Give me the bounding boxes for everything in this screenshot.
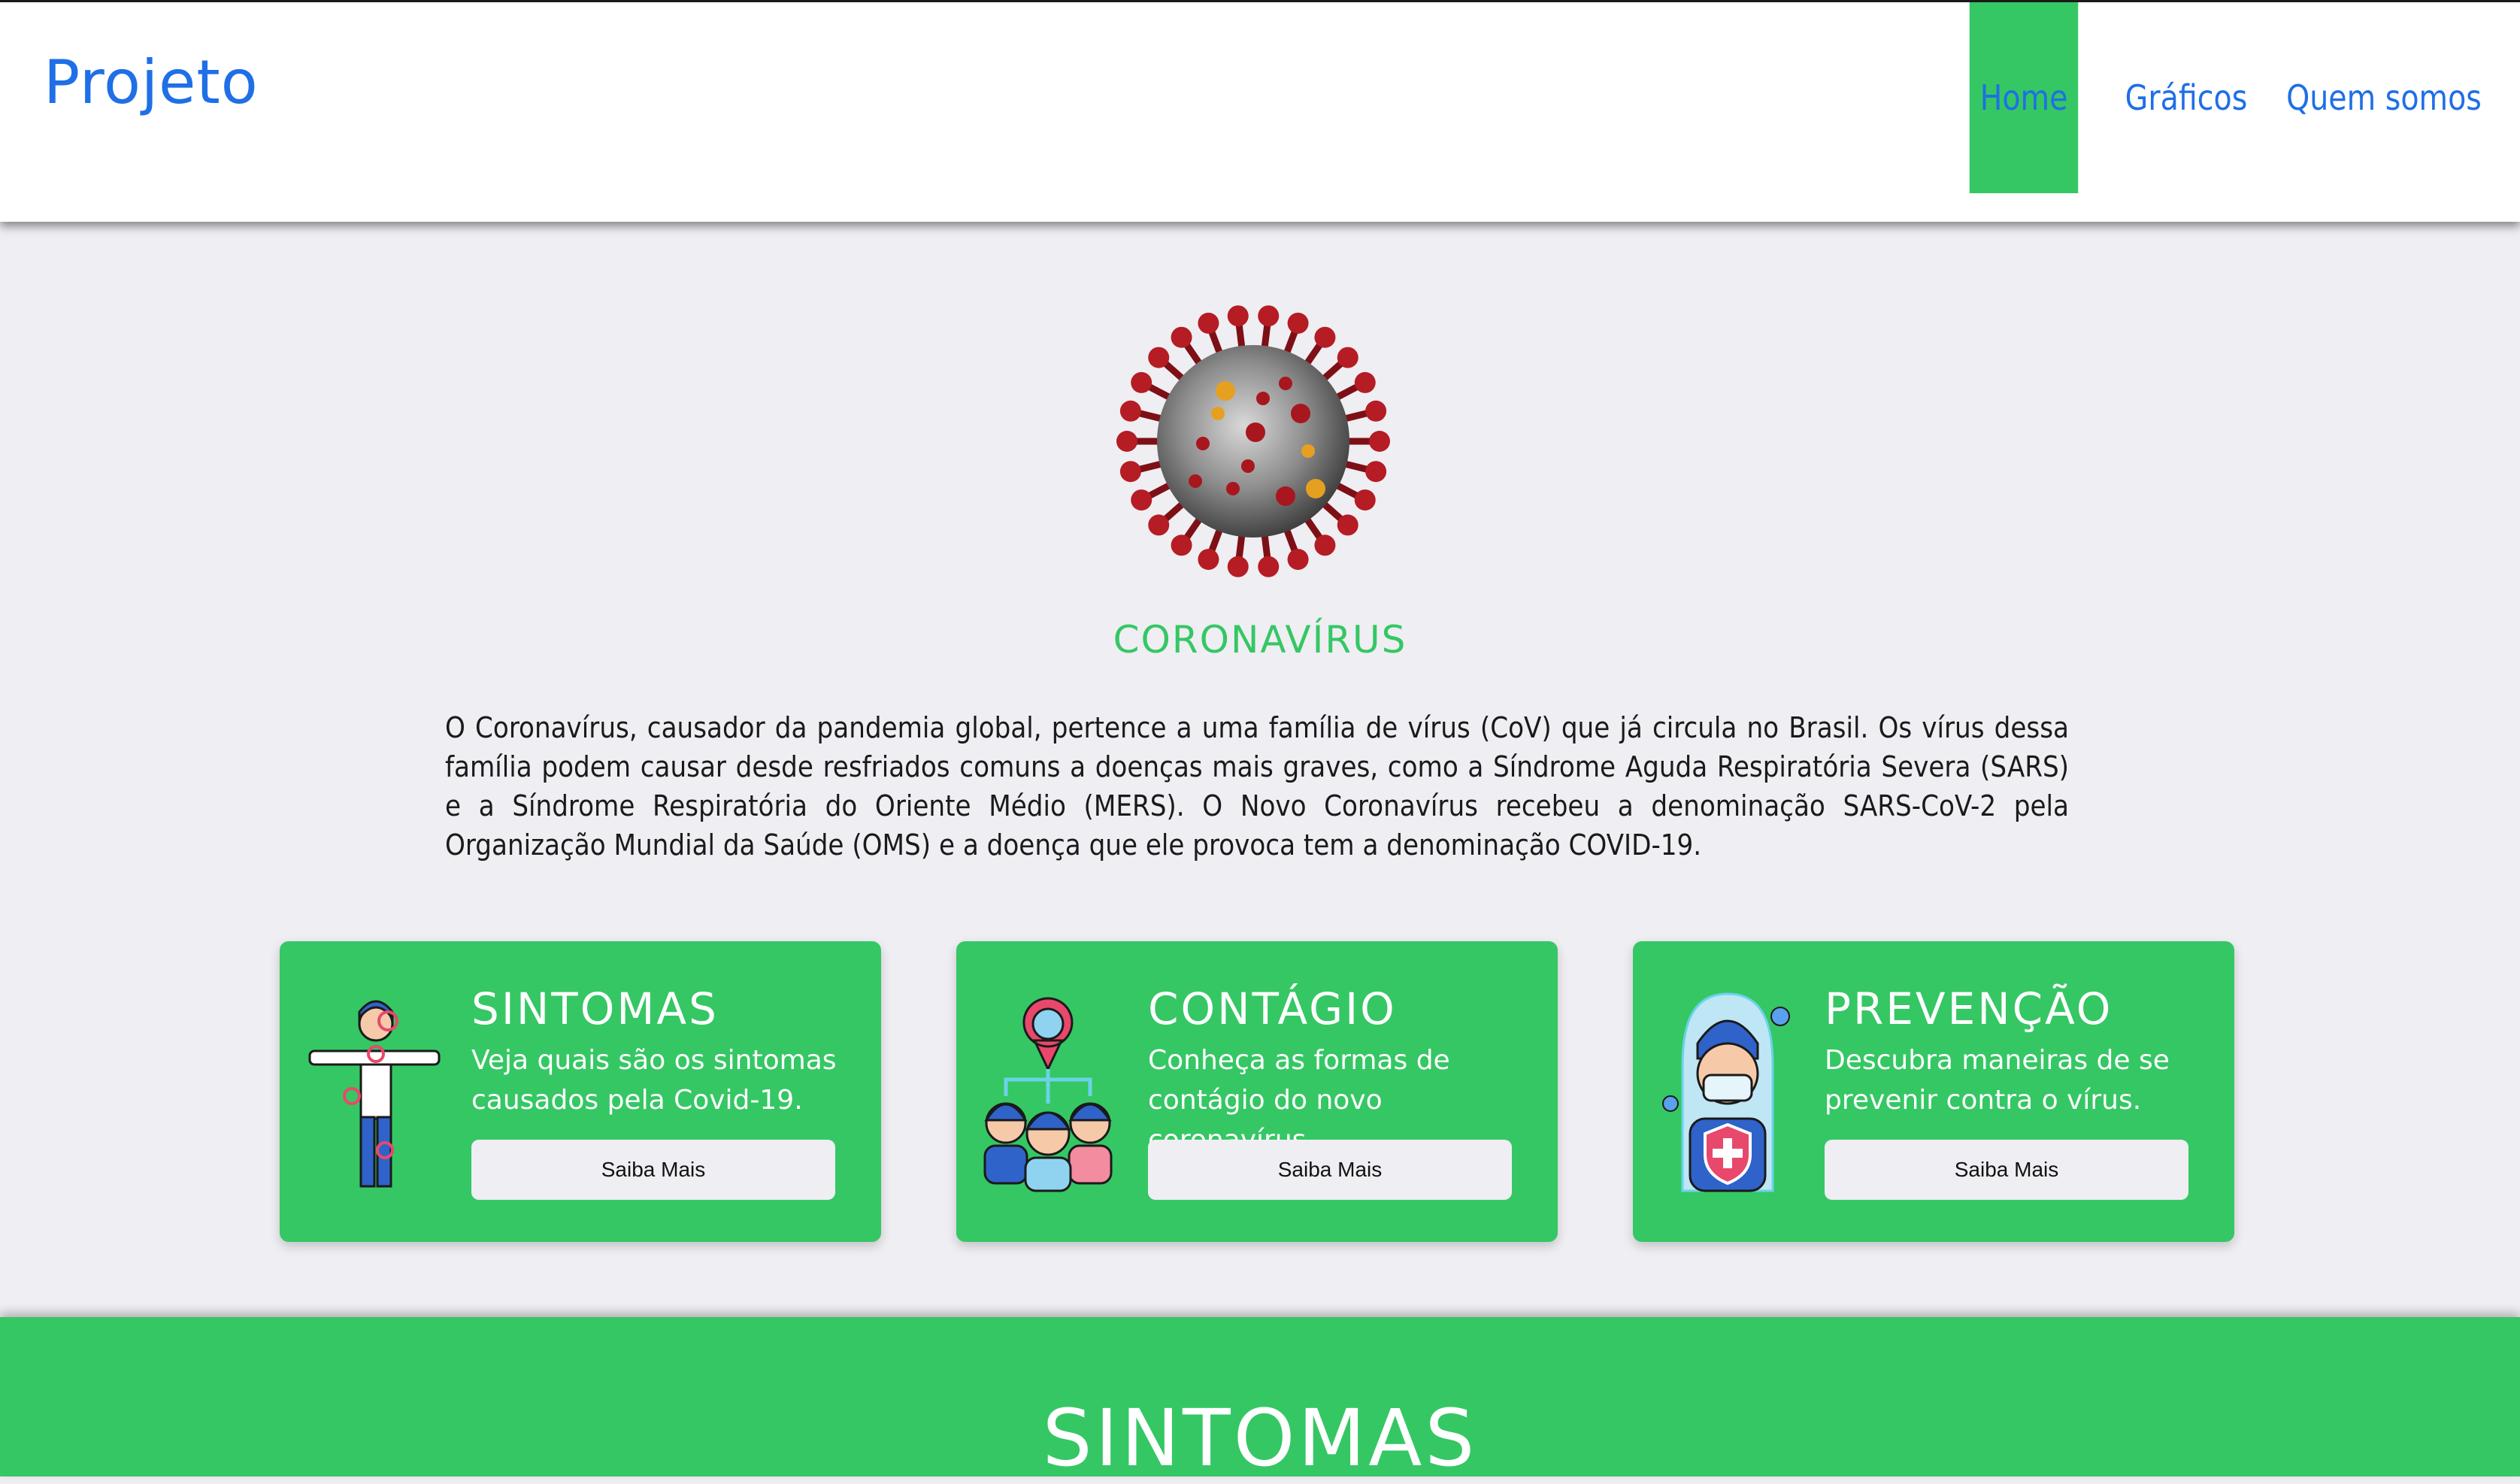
card-contagio-title: CONTÁGIO — [1148, 983, 1397, 1034]
hero-title: CORONAVÍRUS — [1113, 618, 1407, 662]
card-contagio-button[interactable]: Saiba Mais — [1148, 1140, 1512, 1200]
card-sintomas-title: SINTOMAS — [471, 983, 719, 1034]
card-sintomas-button[interactable]: Saiba Mais — [471, 1140, 835, 1200]
card-sintomas-text: Veja quais são os sintomas causados pela… — [471, 1045, 837, 1116]
card-sintomas: SINTOMAS Veja quais são os sintomas caus… — [280, 941, 881, 1242]
card-prevencao-button[interactable]: Saiba Mais — [1825, 1140, 2188, 1200]
coronavirus-image — [1116, 305, 1390, 577]
brand-logo[interactable]: Projeto — [44, 47, 259, 117]
site-header: Projeto Home Gráficos Quem somos — [0, 2, 2520, 222]
doctor-mask-shield-icon — [1662, 992, 1790, 1192]
nav-item-quem-somos[interactable]: Quem somos — [2284, 2, 2485, 193]
sintomas-section-title: SINTOMAS — [1042, 1392, 1478, 1484]
card-contagio: CONTÁGIO Conheça as formas de contágio d… — [956, 941, 1558, 1242]
hero-description: O Coronavírus, causador da pandemia glob… — [445, 711, 2069, 862]
card-prevencao-text: Descubra maneiras de se prevenir contra … — [1825, 1045, 2170, 1116]
people-contagion-icon — [983, 997, 1113, 1192]
person-symptoms-icon — [308, 1000, 441, 1188]
sintomas-section: SINTOMAS — [0, 1317, 2520, 1484]
nav-item-home[interactable]: Home — [1969, 2, 2079, 193]
main-nav: Home Gráficos Quem somos — [1961, 2, 2520, 193]
nav-item-graficos[interactable]: Gráficos — [2109, 2, 2264, 193]
card-prevencao-title: PREVENÇÃO — [1825, 983, 2113, 1034]
card-prevencao: PREVENÇÃO Descubra maneiras de se preven… — [1633, 941, 2234, 1242]
